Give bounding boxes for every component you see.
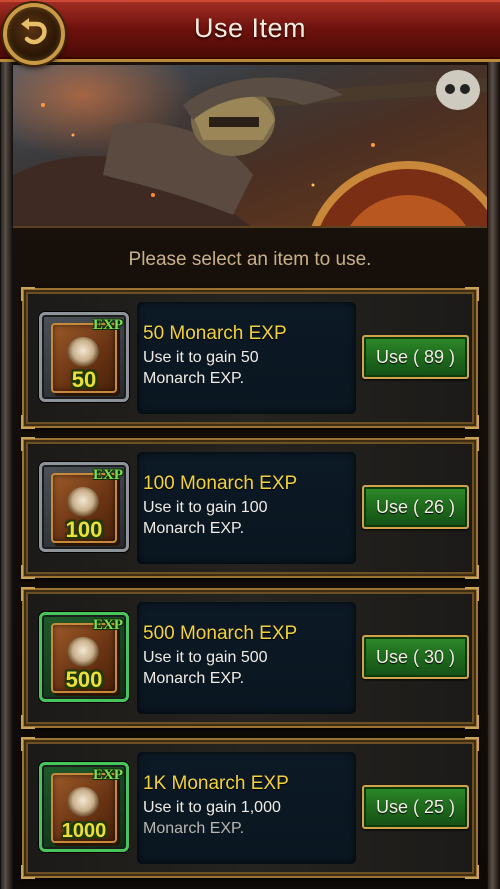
item-description: Use it to gain 500 Monarch EXP. [143,649,268,687]
exp-book-icon: EXP 500 [39,612,129,702]
use-button[interactable]: Use ( 26 ) [362,485,469,529]
item-card: EXP 100 100 Monarch EXP Use it to gain 1… [21,437,479,579]
page-title: Use Item [193,13,307,43]
exp-amount: 1000 [61,820,107,842]
exp-tag: EXP [93,467,123,483]
item-description: Use it to gain 100 Monarch EXP. [143,499,268,537]
exp-amount: 50 [71,367,97,392]
exp-tag: EXP [93,317,123,333]
exp-tag: EXP [93,767,123,783]
item-description: Use it to gain 50 Monarch EXP. [143,349,259,387]
item-name: 500 Monarch EXP [143,623,298,644]
back-button[interactable] [3,3,65,65]
use-button[interactable]: Use ( 89 ) [362,335,469,379]
item-card: EXP 500 500 Monarch EXP Use it to gain 5… [21,587,479,729]
exp-book-icon: EXP 50 [39,312,129,402]
hero-banner-image [13,65,487,228]
item-name: 100 Monarch EXP [143,473,298,494]
item-card: EXP 50 50 Monarch EXP Use it to gain 50 M… [21,287,479,429]
exp-amount: 500 [65,667,103,692]
exp-tag: EXP [93,617,123,633]
use-button[interactable]: Use ( 25 ) [362,785,469,829]
title-bar: Use Item [0,0,500,62]
item-description: Use it to gain 1,000 Monarch EXP. [143,799,281,837]
item-name: 1K Monarch EXP [143,773,289,794]
exp-book-icon: EXP 100 [39,462,129,552]
left-pillar [0,62,13,889]
back-arrow-icon [21,18,47,45]
exp-book-icon: EXP 1000 [39,762,129,852]
item-card: EXP 1000 1K Monarch EXP Use it to gain 1… [21,737,479,879]
instruction-text: Please select an item to use. [128,249,372,270]
use-button[interactable]: Use ( 30 ) [362,635,469,679]
exp-amount: 100 [65,517,103,542]
right-pillar [487,62,500,889]
item-name: 50 Monarch EXP [143,323,287,344]
